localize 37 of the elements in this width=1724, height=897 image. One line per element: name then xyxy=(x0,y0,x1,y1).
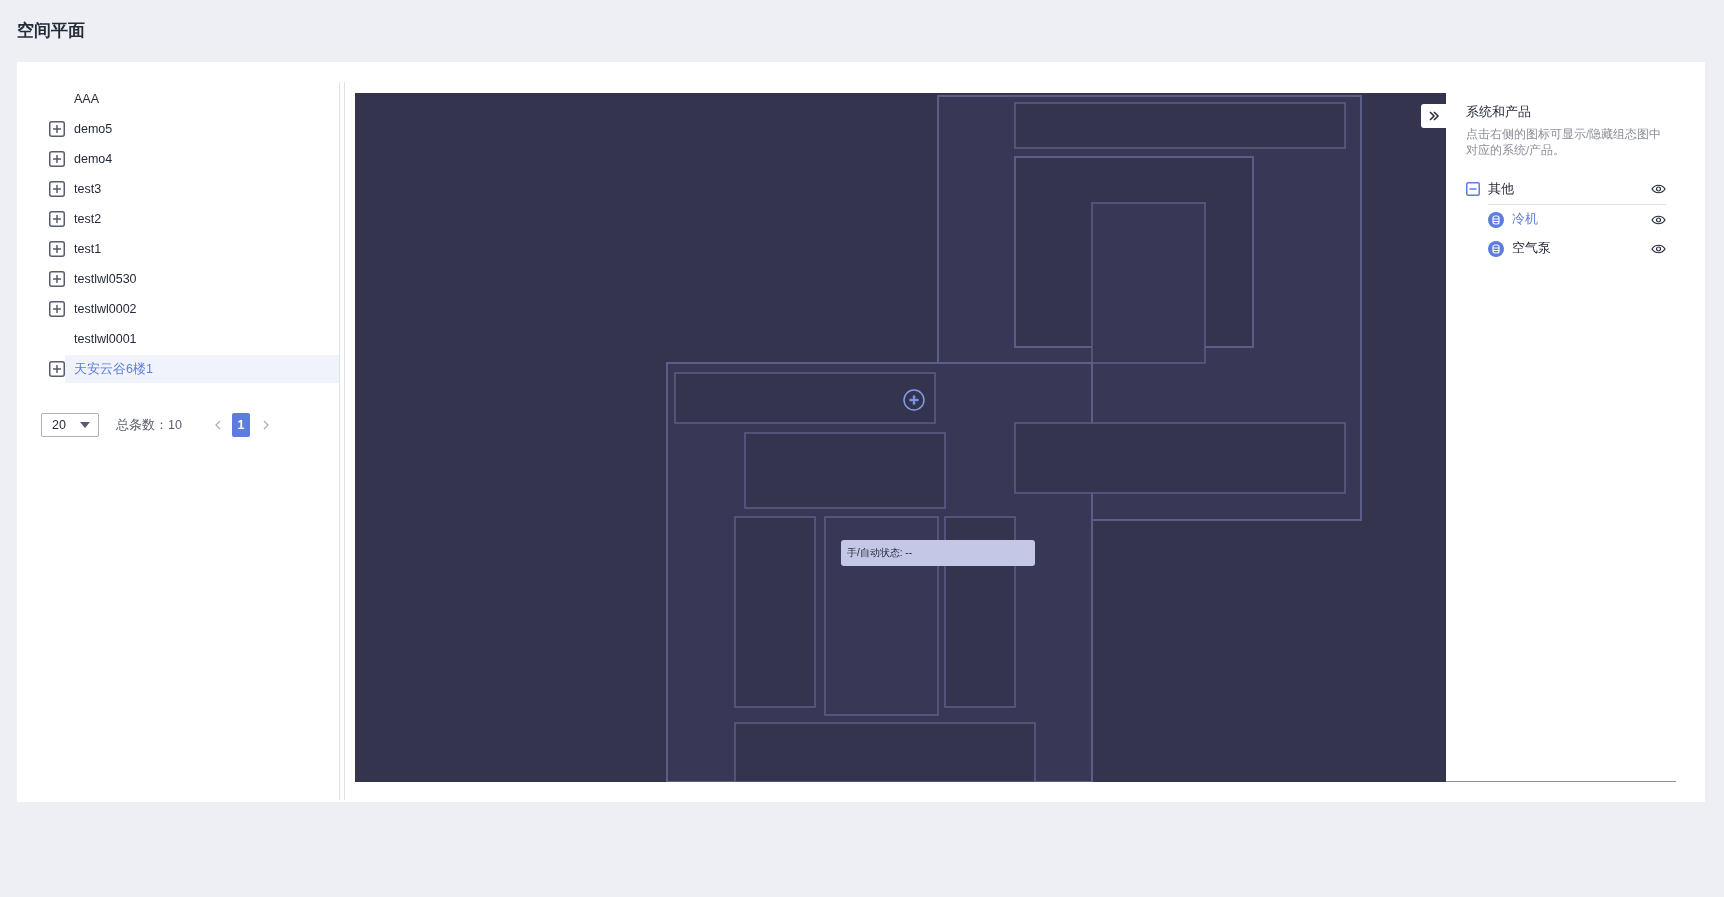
product-item[interactable]: 冷机 xyxy=(1512,211,1651,228)
tree-item[interactable]: test3 xyxy=(65,175,339,203)
expand-icon[interactable] xyxy=(49,151,65,167)
total-count: 总条数：10 xyxy=(116,416,182,434)
tree-item[interactable]: test2 xyxy=(65,205,339,233)
tree-item[interactable]: testlwl0002 xyxy=(65,295,339,323)
tree-item[interactable]: testlwl0530 xyxy=(65,265,339,293)
tree-item[interactable]: 天安云谷6楼1 xyxy=(65,355,339,383)
product-item[interactable]: 空气泵 xyxy=(1512,240,1651,257)
collapse-icon[interactable] xyxy=(1466,182,1480,196)
status-tooltip: 手/自动状态: -- xyxy=(841,540,1035,566)
double-chevron-icon xyxy=(1427,110,1440,122)
group-label[interactable]: 其他 xyxy=(1488,180,1651,198)
tree-item[interactable]: demo4 xyxy=(65,145,339,173)
expand-icon[interactable] xyxy=(49,301,65,317)
expand-icon[interactable] xyxy=(49,361,65,377)
eye-icon[interactable] xyxy=(1651,214,1666,225)
expand-icon[interactable] xyxy=(49,211,65,227)
tree-item[interactable]: testlwl0001 xyxy=(65,325,339,353)
expand-panel-button[interactable] xyxy=(1421,104,1446,128)
expand-icon[interactable] xyxy=(49,121,65,137)
database-icon xyxy=(1488,211,1504,228)
expand-icon[interactable] xyxy=(49,181,65,197)
eye-icon[interactable] xyxy=(1651,184,1666,194)
panel-title: 系统和产品 xyxy=(1466,104,1532,121)
panel-description: 点击右侧的图标可显示/隐藏组态图中对应的系统/产品。 xyxy=(1466,127,1663,158)
eye-icon[interactable] xyxy=(1651,243,1666,254)
database-icon xyxy=(1488,240,1504,257)
page-title: 空间平面 xyxy=(16,20,86,42)
expand-icon[interactable] xyxy=(49,271,65,287)
tree-item[interactable]: test1 xyxy=(65,235,339,263)
caret-icon xyxy=(80,422,90,428)
expand-icon[interactable] xyxy=(49,241,65,257)
tree-item[interactable]: demo5 xyxy=(65,115,339,143)
page-number[interactable]: 1 xyxy=(231,413,250,437)
page-size-select[interactable]: 20 xyxy=(41,413,99,437)
tree-item[interactable]: AAA xyxy=(65,85,339,113)
